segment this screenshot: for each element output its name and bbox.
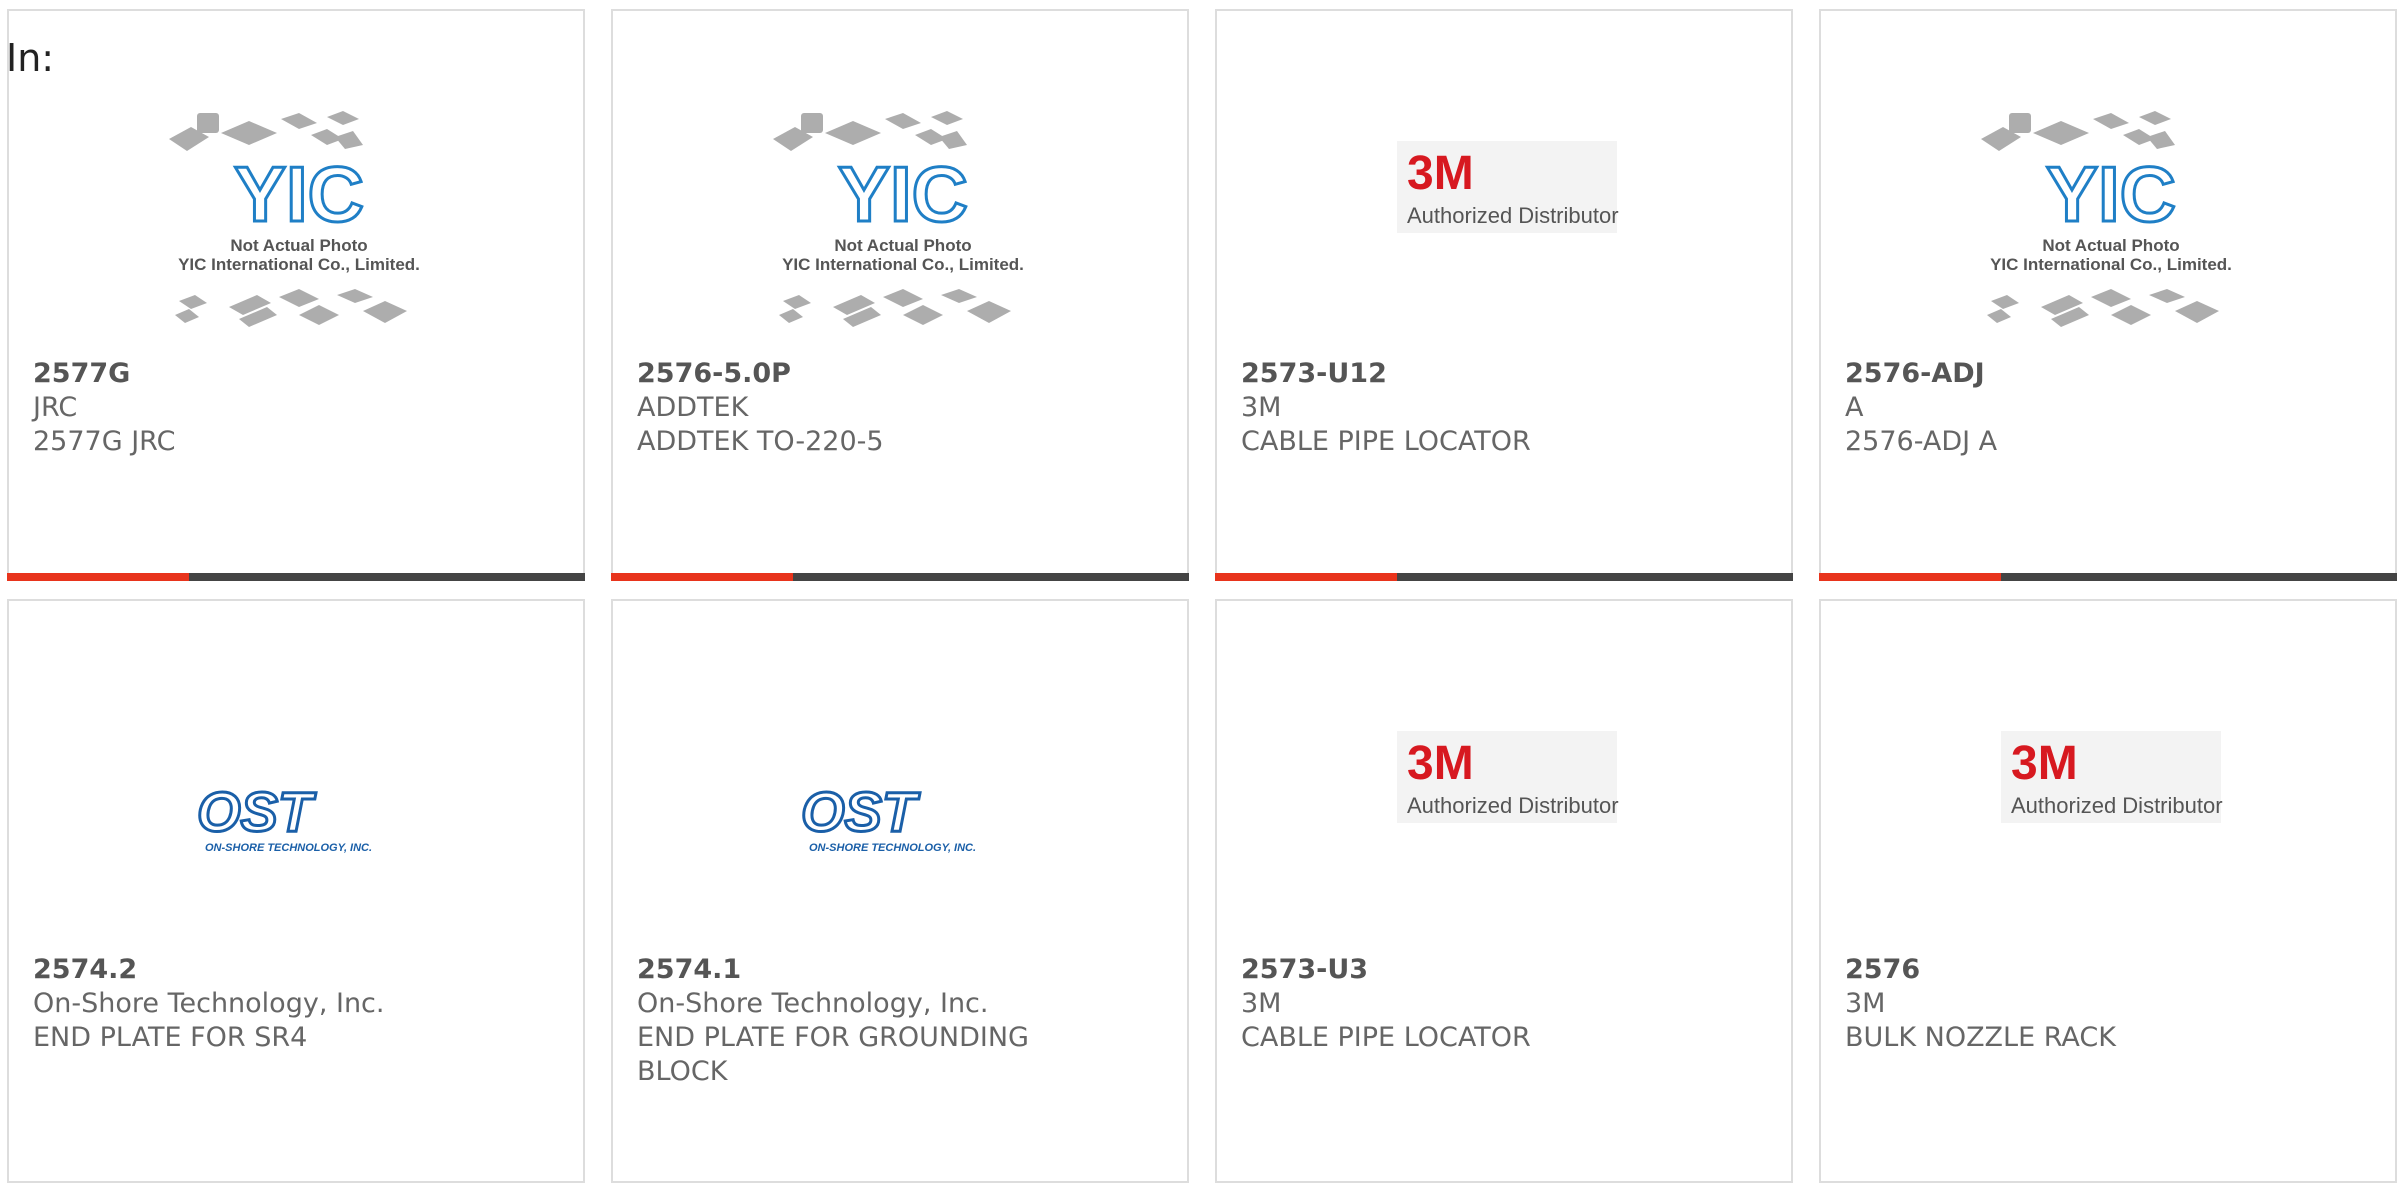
part-number[interactable]: 2577G (33, 357, 433, 391)
3m-logo-image: 3M Authorized Distributor (2001, 731, 2223, 823)
yic-placeholder-image: YIC Not Actual Photo YIC International C… (169, 111, 420, 327)
ost-tagline: ON-SHORE TECHNOLOGY, INC. (809, 842, 976, 854)
product-card[interactable]: 3M Authorized Distributor 2573-U12 3M CA… (1215, 9, 1793, 581)
yic-mark: YIC (234, 150, 364, 238)
yic-line1: Not Actual Photo (2042, 236, 2179, 255)
3m-tagline: Authorized Distributor (1407, 793, 1619, 818)
card-bottom-bar (611, 573, 1189, 581)
product-card[interactable]: YIC Not Actual Photo YIC International C… (611, 9, 1189, 581)
part-number[interactable]: 2573-U3 (1241, 953, 1641, 987)
ost-mark: OST (801, 780, 921, 843)
manufacturer: A (1845, 392, 1864, 423)
ost-mark: OST (197, 780, 317, 843)
product-photo: YIC Not Actual Photo YIC International C… (763, 101, 1043, 351)
description: CABLE PIPE LOCATOR (1241, 426, 1531, 457)
product-photo: OST ON-SHORE TECHNOLOGY, INC. (763, 691, 1043, 941)
product-card[interactable]: YIC Not Actual Photo YIC International C… (1819, 9, 2397, 581)
ost-logo-image: OST ON-SHORE TECHNOLOGY, INC. (196, 779, 373, 855)
ost-tagline: ON-SHORE TECHNOLOGY, INC. (205, 842, 372, 854)
description: BULK NOZZLE RACK (1845, 1022, 2116, 1053)
part-number[interactable]: 2573-U12 (1241, 357, 1641, 391)
card-bottom-bar (1819, 573, 2397, 581)
part-number[interactable]: 2574.1 (637, 953, 1037, 987)
product-photo: 3M Authorized Distributor (1971, 691, 2251, 941)
product-photo: 3M Authorized Distributor (1367, 101, 1647, 351)
description: CABLE PIPE LOCATOR (1241, 1022, 1531, 1053)
yic-line2: YIC International Co., Limited. (782, 255, 1024, 274)
yic-line1: Not Actual Photo (230, 236, 367, 255)
product-card[interactable]: 3M Authorized Distributor 2573-U3 3M CAB… (1215, 599, 1793, 1183)
product-card[interactable]: YIC Not Actual Photo YIC International C… (7, 9, 585, 581)
yic-line2: YIC International Co., Limited. (178, 255, 420, 274)
description: 2576-ADJ A (1845, 426, 1998, 457)
manufacturer: On-Shore Technology, Inc. (33, 988, 385, 1019)
manufacturer: On-Shore Technology, Inc. (637, 988, 989, 1019)
product-card[interactable]: OST ON-SHORE TECHNOLOGY, INC. 2574.1 On-… (611, 599, 1189, 1183)
3m-mark: 3M (1407, 737, 1474, 790)
3m-logo-image: 3M Authorized Distributor (1397, 141, 1619, 233)
yic-placeholder-image: YIC Not Actual Photo YIC International C… (773, 111, 1024, 327)
product-photo: 3M Authorized Distributor (1367, 691, 1647, 941)
filter-label: In: (6, 36, 55, 80)
3m-logo-image: 3M Authorized Distributor (1397, 731, 1619, 823)
yic-line1: Not Actual Photo (834, 236, 971, 255)
product-photo: YIC Not Actual Photo YIC International C… (1971, 101, 2251, 351)
yic-placeholder-image: YIC Not Actual Photo YIC International C… (1981, 111, 2232, 327)
description: ADDTEK TO-220-5 (637, 426, 884, 457)
part-number[interactable]: 2576-5.0P (637, 357, 1037, 391)
product-card[interactable]: 3M Authorized Distributor 2576 3M BULK N… (1819, 599, 2397, 1183)
manufacturer: ADDTEK (637, 392, 749, 423)
manufacturer: 3M (1241, 392, 1282, 423)
product-card[interactable]: OST ON-SHORE TECHNOLOGY, INC. 2574.2 On-… (7, 599, 585, 1183)
description: 2577G JRC (33, 426, 176, 457)
yic-mark: YIC (2046, 150, 2176, 238)
part-number[interactable]: 2574.2 (33, 953, 433, 987)
product-photo: OST ON-SHORE TECHNOLOGY, INC. (159, 691, 439, 941)
description: END PLATE FOR SR4 (33, 1022, 308, 1053)
card-bottom-bar (7, 573, 585, 581)
yic-line2: YIC International Co., Limited. (1990, 255, 2232, 274)
ost-logo-image: OST ON-SHORE TECHNOLOGY, INC. (800, 779, 977, 855)
manufacturer: JRC (33, 392, 78, 423)
3m-mark: 3M (1407, 147, 1474, 200)
manufacturer: 3M (1241, 988, 1282, 1019)
part-number[interactable]: 2576-ADJ (1845, 357, 2245, 391)
description: END PLATE FOR GROUNDING BLOCK (637, 1022, 1029, 1087)
product-photo: YIC Not Actual Photo YIC International C… (159, 101, 439, 351)
yic-mark: YIC (838, 150, 968, 238)
3m-tagline: Authorized Distributor (1407, 203, 1619, 228)
part-number[interactable]: 2576 (1845, 953, 2245, 987)
3m-tagline: Authorized Distributor (2011, 793, 2223, 818)
3m-mark: 3M (2011, 737, 2078, 790)
manufacturer: 3M (1845, 988, 1886, 1019)
card-bottom-bar (1215, 573, 1793, 581)
